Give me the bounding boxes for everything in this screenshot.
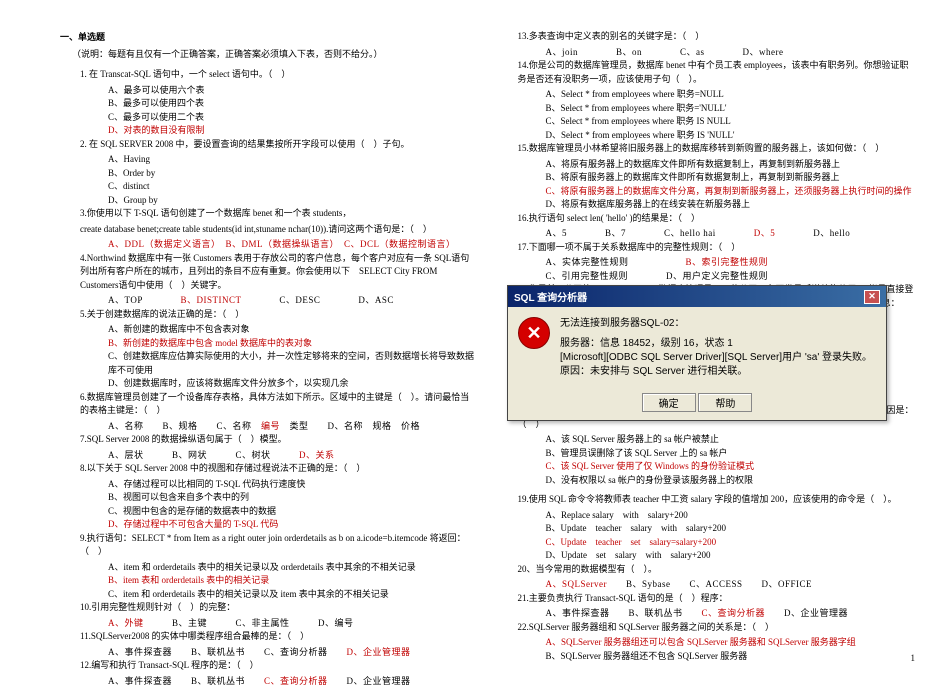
- q19-a: A、Replace salary with salary+200: [546, 509, 916, 523]
- dialog-body: ✕ 无法连接到服务器SQL-02： 服务器：信息 18452，级别 16，状态 …: [508, 307, 886, 389]
- q14-d: D、Select * from employees where 职务 IS 'N…: [546, 129, 916, 143]
- q12: 12.编写和执行 Transact-SQL 程序的是：（ ）: [80, 659, 478, 673]
- q5-a: A、新创建的数据库中不包含表对象: [108, 323, 478, 337]
- q15-a: A、将原有服务器上的数据库文件即所有数据复制上，再复制到新服务器上: [546, 158, 916, 172]
- q3b: create database benet;create table stude…: [80, 223, 478, 237]
- q1-c: C、最多可以使用二个表: [108, 111, 478, 125]
- q2-b: B、Order by: [108, 167, 478, 181]
- q14-b: B、Select * from employees where 职务='NULL…: [546, 102, 916, 116]
- q3-opts: A、DDL（数据定义语言） B、DML（数据操纵语言） C、DCL（数据控制语言…: [108, 238, 478, 252]
- q5-d: D、创建数据库时，应该将数据库文件分放多个，以实现几余: [108, 377, 478, 391]
- q2-d: D、Group by: [108, 194, 478, 208]
- dialog-titlebar: SQL 查询分析器 ✕: [508, 286, 886, 307]
- q19-c: C、Update teacher set salary=salary+200: [546, 536, 916, 550]
- q11-opts: A、事件探查器 B、联机丛书 C、查询分析器 D、企业管理器: [108, 646, 478, 660]
- q12-opts: A、事件探查器 B、联机丛书 C、查询分析器 D、企业管理器: [108, 675, 478, 688]
- q16: 16.执行语句 select len( 'hello' )的结果是：（ ）: [518, 212, 916, 226]
- q16-opts: A、5 B、7 C、hello hai D、5 D、hello: [546, 227, 916, 241]
- q11: 11.SQLServer2008 的实体中哪类程序组合最棒的是：（ ）: [80, 630, 478, 644]
- q20-opts: A、SQLServer B、Sybase C、ACCESS D、OFFICE: [546, 578, 916, 592]
- q14: 14.你是公司的数据库管理员，数据库 benet 中有个员工表 employee…: [518, 59, 916, 86]
- section-title: 一、单选题: [60, 30, 478, 43]
- ok-button[interactable]: 确定: [642, 393, 696, 412]
- q1-b: B、最多可以使用四个表: [108, 97, 478, 111]
- q4: 4.Northwind 数据库中有一张 Customers 表用于存放公司的客户…: [80, 252, 478, 293]
- q18-d: D、没有权限以 sa 帐户的身份登录该服务器上的权限: [546, 474, 916, 488]
- q15: 15.数据库管理员小林希望将旧服务器上的数据库移转到新购置的服务器上，该如何做：…: [518, 142, 916, 156]
- q5-b: B、新创建的数据库中包含 model 数据库中的表对象: [108, 337, 478, 351]
- q8: 8.以下关于 SQL Server 2008 中的视图和存储过程说法不正确的是：…: [80, 462, 478, 476]
- q10-opts: A、外键 B、主键 C、非主属性 D、编号: [108, 617, 478, 631]
- page-number: 1: [911, 653, 916, 663]
- q7: 7.SQL Server 2008 的数据操纵语句属于（ ）模型。: [80, 433, 478, 447]
- q18-c: C、该 SQL Server 使用了仅 Windows 的身份验证模式: [546, 460, 916, 474]
- q17: 17.下面哪一项不属于关系数据库中的完整性规则：（ ）: [518, 241, 916, 255]
- dialog-line3: [Microsoft][ODBC SQL Server Driver][SQL …: [560, 351, 876, 379]
- q22: 22.SQLServer 服务器组和 SQLServer 服务器之间的关系是：（…: [518, 621, 916, 635]
- q5: 5.关于创建数据库的说法正确的是：（ ）: [80, 308, 478, 322]
- q17-opt2: C、引用完整性规则 D、用户定义完整性规则: [546, 270, 916, 284]
- q9-b: B、item 表和 orderdetails 表中的相关记录: [108, 574, 478, 588]
- q1-a: A、最多可以使用六个表: [108, 84, 478, 98]
- q19-d: D、Update set salary with salary+200: [546, 549, 916, 563]
- q7-opts: A、层状 B、网状 C、树状 D、关系: [108, 449, 478, 463]
- q6: 6.数据库管理员创建了一个设备库存表格，具体方法如下所示。区域中的主键是（ ）。…: [80, 391, 478, 418]
- q15-c: C、将原有服务器上的数据库文件分离，再复制到新服务器上，还须服务器上执行时间的操…: [546, 185, 916, 199]
- q19-b: B、Update teacher salary with salary+200: [546, 522, 916, 536]
- left-column: 一、单选题 （说明：每题有且仅有一个正确答案，正确答案必须填入下表，否则不给分。…: [50, 30, 488, 659]
- q8-c: C、视图中包含的是存储的数据表中的数据: [108, 505, 478, 519]
- dialog-message: 无法连接到服务器SQL-02： 服务器：信息 18452，级别 16，状态 1 …: [560, 317, 876, 379]
- q13: 13.多表查询中定义表的别名的关键字是：（ ）: [518, 30, 916, 44]
- q8-d: D、存储过程中不可包含大量的 T-SQL 代码: [108, 518, 478, 532]
- error-icon: ✕: [518, 317, 550, 349]
- q1-d: D、对表的数目没有限制: [108, 124, 478, 138]
- q21-opts: A、事件探查器 B、联机丛书 C、查询分析器 D、企业管理器: [546, 607, 916, 621]
- q15-d: D、将原有数据库服务器上的在线安装在新服务器上: [546, 198, 916, 212]
- q22-a: A、SQLServer 服务器组还可以包含 SQLServer 服务器和 SQL…: [546, 636, 916, 650]
- section-note: （说明：每题有且仅有一个正确答案，正确答案必须填入下表，否则不给分。）: [72, 47, 478, 60]
- q1: 1. 在 Transcat-SQL 语句中，一个 select 语句中。（ ）: [80, 68, 478, 82]
- error-dialog: SQL 查询分析器 ✕ ✕ 无法连接到服务器SQL-02： 服务器：信息 184…: [507, 285, 887, 421]
- q9-a: A、item 和 orderdetails 表中的相关记录以及 orderdet…: [108, 561, 478, 575]
- q2-c: C、distinct: [108, 180, 478, 194]
- q9: 9.执行语句：SELECT * from Item as a right out…: [80, 532, 478, 559]
- q3: 3.你使用以下 T-SQL 语句创建了一个数据库 benet 和一个表 stud…: [80, 207, 478, 221]
- q5-c: C、创建数据库应估算实际使用的大小，并一次性定够将来的空间，否则数据增长将导致数…: [108, 350, 478, 377]
- q10: 10.引用完整性规则针对（ ）的完整：: [80, 601, 478, 615]
- dialog-line2: 服务器：信息 18452，级别 16，状态 1: [560, 337, 876, 351]
- q14-a: A、Select * from employees where 职务=NULL: [546, 88, 916, 102]
- q19: 19.使用 SQL 命令令将教师表 teacher 中工资 salary 字段的…: [518, 493, 916, 507]
- q21: 21.主要负责执行 Transact-SQL 语句的是（ ）程序：: [518, 592, 916, 606]
- q14-c: C、Select * from employees where 职务 IS NU…: [546, 115, 916, 129]
- q2: 2. 在 SQL SERVER 2008 中，要设置查询的结果集按所开字段可以使…: [80, 138, 478, 152]
- dialog-buttons: 确定 帮助: [508, 389, 886, 420]
- q22-b: B、SQLServer 服务器组还不包含 SQLServer 服务器: [546, 650, 916, 664]
- q8-a: A、存储过程可以比相同的 T-SQL 代码执行速度快: [108, 478, 478, 492]
- q20: 20、当今常用的数据模型有（ ）。: [518, 563, 916, 577]
- q4-opts: A、TOP B、DISTINCT C、DESC D、ASC: [108, 294, 478, 308]
- dialog-line1: 无法连接到服务器SQL-02：: [560, 317, 876, 331]
- q18-a: A、该 SQL Server 服务器上的 sa 帐户被禁止: [546, 433, 916, 447]
- q8-b: B、视图可以包含来自多个表中的列: [108, 491, 478, 505]
- q6-opts: A、名称 B、规格 C、名称 编号 类型 D、名称 规格 价格: [108, 420, 478, 434]
- dialog-title-text: SQL 查询分析器: [514, 289, 587, 304]
- q17-opt1: A、实体完整性规则 B、索引完整性规则: [546, 256, 916, 270]
- close-icon[interactable]: ✕: [864, 290, 880, 304]
- q13-opts: A、join B、on C、as D、where: [546, 46, 916, 60]
- q2-a: A、Having: [108, 153, 478, 167]
- q15-b: B、将原有服务器上的数据库文件即所有数据复制上，再复制到新服务器上: [546, 171, 916, 185]
- q3-opt-text: A、DDL（数据定义语言） B、DML（数据操纵语言） C、DCL（数据控制语言…: [108, 239, 456, 249]
- help-button[interactable]: 帮助: [698, 393, 752, 412]
- q9-c: C、item 和 orderdetails 表中的相关记录以及 item 表中其…: [108, 588, 478, 602]
- q18-b: B、管理员误删除了该 SQL Server 上的 sa 帐户: [546, 447, 916, 461]
